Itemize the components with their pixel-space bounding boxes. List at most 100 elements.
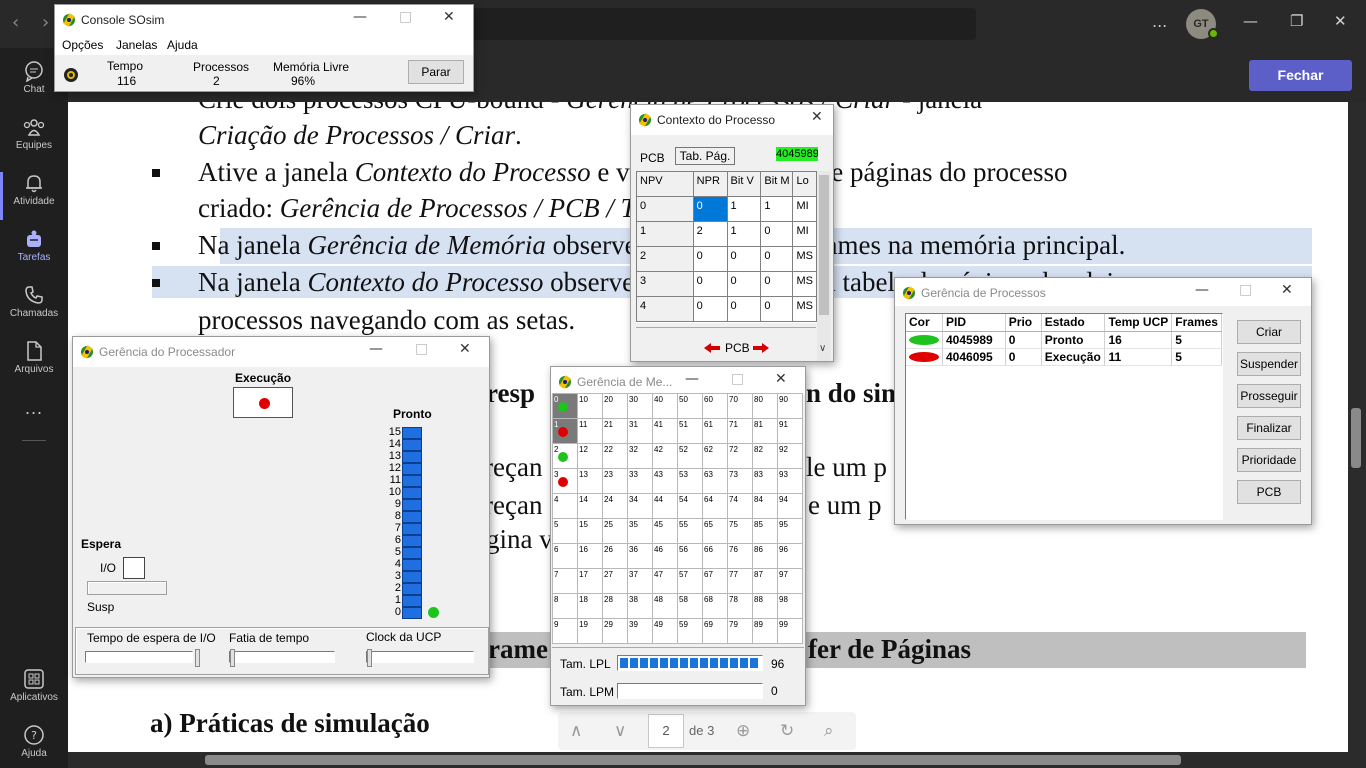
tab-pcb[interactable]: PCB xyxy=(640,151,665,165)
clock-slider-thumb[interactable] xyxy=(367,649,372,667)
memory-frame-cell[interactable]: 11 xyxy=(577,418,603,444)
search-icon[interactable]: ⌕ xyxy=(824,721,834,741)
vertical-scroll-thumb[interactable] xyxy=(1351,408,1361,468)
memory-frame-cell[interactable]: 42 xyxy=(652,443,678,469)
window-title-bar[interactable]: Gerência de Me... — □ ✕ xyxy=(551,367,805,395)
memory-frame-cell[interactable]: 94 xyxy=(777,493,803,519)
table-row[interactable]: 4 0 0 0 MS xyxy=(636,296,817,322)
rail-item-chamadas[interactable]: Chamadas xyxy=(0,284,68,319)
memory-frame-cell[interactable]: 8 xyxy=(552,593,578,619)
memory-frame-cell[interactable]: 1 xyxy=(552,418,578,444)
memory-frame-cell[interactable]: 43 xyxy=(652,468,678,494)
memory-frame-cell[interactable]: 23 xyxy=(602,468,628,494)
memory-frame-cell[interactable]: 82 xyxy=(752,443,778,469)
memory-frame-cell[interactable]: 31 xyxy=(627,418,653,444)
table-row[interactable]: 3 0 0 0 MS xyxy=(636,271,817,297)
table-row[interactable]: 1 2 1 0 MI xyxy=(636,221,817,247)
close-icon[interactable]: ✕ xyxy=(459,341,471,357)
page-number-input[interactable]: 2 xyxy=(648,714,684,748)
more-apps-icon[interactable]: ... xyxy=(0,398,68,419)
memory-frame-cell[interactable]: 69 xyxy=(702,618,728,644)
memory-frame-cell[interactable]: 35 xyxy=(627,518,653,544)
table-scrollbar[interactable]: ∨ xyxy=(817,171,831,361)
memory-frame-cell[interactable]: 6 xyxy=(552,543,578,569)
memory-frame-cell[interactable]: 85 xyxy=(752,518,778,544)
memory-frame-cell[interactable]: 56 xyxy=(677,543,703,569)
criar-button[interactable]: Criar xyxy=(1237,320,1301,344)
memory-frame-cell[interactable]: 52 xyxy=(677,443,703,469)
window-title-bar[interactable]: Console SOsim — □ ✕ xyxy=(55,5,473,35)
memory-frame-cell[interactable]: 15 xyxy=(577,518,603,544)
fatia-slider-thumb[interactable] xyxy=(230,649,235,667)
maximize-icon[interactable]: □ xyxy=(731,371,744,387)
memory-frame-cell[interactable]: 98 xyxy=(777,593,803,619)
memory-frame-cell[interactable]: 62 xyxy=(702,443,728,469)
memory-frame-cell[interactable]: 68 xyxy=(702,593,728,619)
memory-frame-cell[interactable]: 79 xyxy=(727,618,753,644)
window-title-bar[interactable]: Gerência do Processador — □ ✕ xyxy=(73,337,489,367)
pcb-button[interactable]: PCB xyxy=(1237,480,1301,504)
memory-frame-cell[interactable]: 24 xyxy=(602,493,628,519)
page-down-icon[interactable]: ∨ xyxy=(614,721,626,741)
maximize-icon[interactable]: □ xyxy=(1239,282,1252,298)
suspender-button[interactable]: Suspender xyxy=(1237,352,1301,376)
memory-frame-cell[interactable]: 21 xyxy=(602,418,628,444)
window-title-bar[interactable]: Gerência de Processos — □ ✕ xyxy=(895,278,1311,306)
window-title-bar[interactable]: Contexto do Processo ✕ xyxy=(631,105,833,135)
memory-frame-cell[interactable]: 58 xyxy=(677,593,703,619)
memory-frame-cell[interactable]: 51 xyxy=(677,418,703,444)
more-options-icon[interactable]: ... xyxy=(1152,12,1167,31)
memory-frame-cell[interactable]: 18 xyxy=(577,593,603,619)
rail-item-tarefas[interactable]: Tarefas xyxy=(0,228,68,263)
memory-frame-cell[interactable]: 46 xyxy=(652,543,678,569)
memory-frame-cell[interactable]: 7 xyxy=(552,568,578,594)
rail-item-arquivos[interactable]: Arquivos xyxy=(0,340,68,375)
memory-frame-cell[interactable]: 57 xyxy=(677,568,703,594)
close-icon[interactable]: ✕ xyxy=(775,371,787,387)
memory-frame-cell[interactable]: 33 xyxy=(627,468,653,494)
prioridade-button[interactable]: Prioridade xyxy=(1237,448,1301,472)
process-list[interactable]: Cor PID Prio Estado Temp UCP Frames 4045… xyxy=(905,313,1223,520)
close-icon[interactable]: ✕ xyxy=(1281,282,1293,298)
memory-frame-cell[interactable]: 75 xyxy=(727,518,753,544)
memory-frame-cell[interactable]: 80 xyxy=(752,393,778,419)
memory-frame-cell[interactable]: 78 xyxy=(727,593,753,619)
memory-frame-cell[interactable]: 22 xyxy=(602,443,628,469)
memory-frame-cell[interactable]: 83 xyxy=(752,468,778,494)
menu-janelas[interactable]: Janelas xyxy=(116,38,157,52)
memory-frame-cell[interactable]: 91 xyxy=(777,418,803,444)
memory-frame-cell[interactable]: 63 xyxy=(702,468,728,494)
memory-frame-cell[interactable]: 44 xyxy=(652,493,678,519)
tempo-espera-slider-thumb[interactable] xyxy=(195,649,200,667)
fatia-slider[interactable] xyxy=(229,651,335,663)
memory-frame-cell[interactable]: 16 xyxy=(577,543,603,569)
memory-frame-cell[interactable]: 30 xyxy=(627,393,653,419)
table-scroll-thumb[interactable] xyxy=(819,175,829,315)
memory-frame-cell[interactable]: 5 xyxy=(552,518,578,544)
tab-tab-pag[interactable]: Tab. Pág. xyxy=(675,147,735,165)
memory-frame-cell[interactable]: 59 xyxy=(677,618,703,644)
table-row[interactable]: 4046095 0 Execução 11 5 xyxy=(906,348,1222,366)
minimize-icon[interactable]: — xyxy=(353,9,367,25)
rail-item-atividade[interactable]: Atividade xyxy=(0,172,68,207)
restore-icon[interactable]: ❐ xyxy=(1290,12,1303,30)
close-icon[interactable]: ✕ xyxy=(443,9,455,25)
minimize-icon[interactable]: — xyxy=(1243,12,1258,30)
search-input[interactable] xyxy=(470,8,976,40)
memory-frame-cell[interactable]: 74 xyxy=(727,493,753,519)
prosseguir-button[interactable]: Prosseguir xyxy=(1237,384,1301,408)
table-cell-selected[interactable]: 0 xyxy=(692,196,728,222)
memory-frame-cell[interactable]: 90 xyxy=(777,393,803,419)
memory-frame-cell[interactable]: 95 xyxy=(777,518,803,544)
memory-frame-cell[interactable]: 48 xyxy=(652,593,678,619)
rail-item-aplicativos[interactable]: Aplicativos xyxy=(0,668,68,703)
memory-frame-cell[interactable]: 29 xyxy=(602,618,628,644)
rail-item-equipes[interactable]: Equipes xyxy=(0,116,68,151)
memory-frame-cell[interactable]: 89 xyxy=(752,618,778,644)
memory-frame-cell[interactable]: 47 xyxy=(652,568,678,594)
memory-frame-cell[interactable]: 25 xyxy=(602,518,628,544)
maximize-icon[interactable]: □ xyxy=(415,341,428,357)
memory-frame-cell[interactable]: 49 xyxy=(652,618,678,644)
memory-frame-cell[interactable]: 81 xyxy=(752,418,778,444)
memory-frame-cell[interactable]: 50 xyxy=(677,393,703,419)
